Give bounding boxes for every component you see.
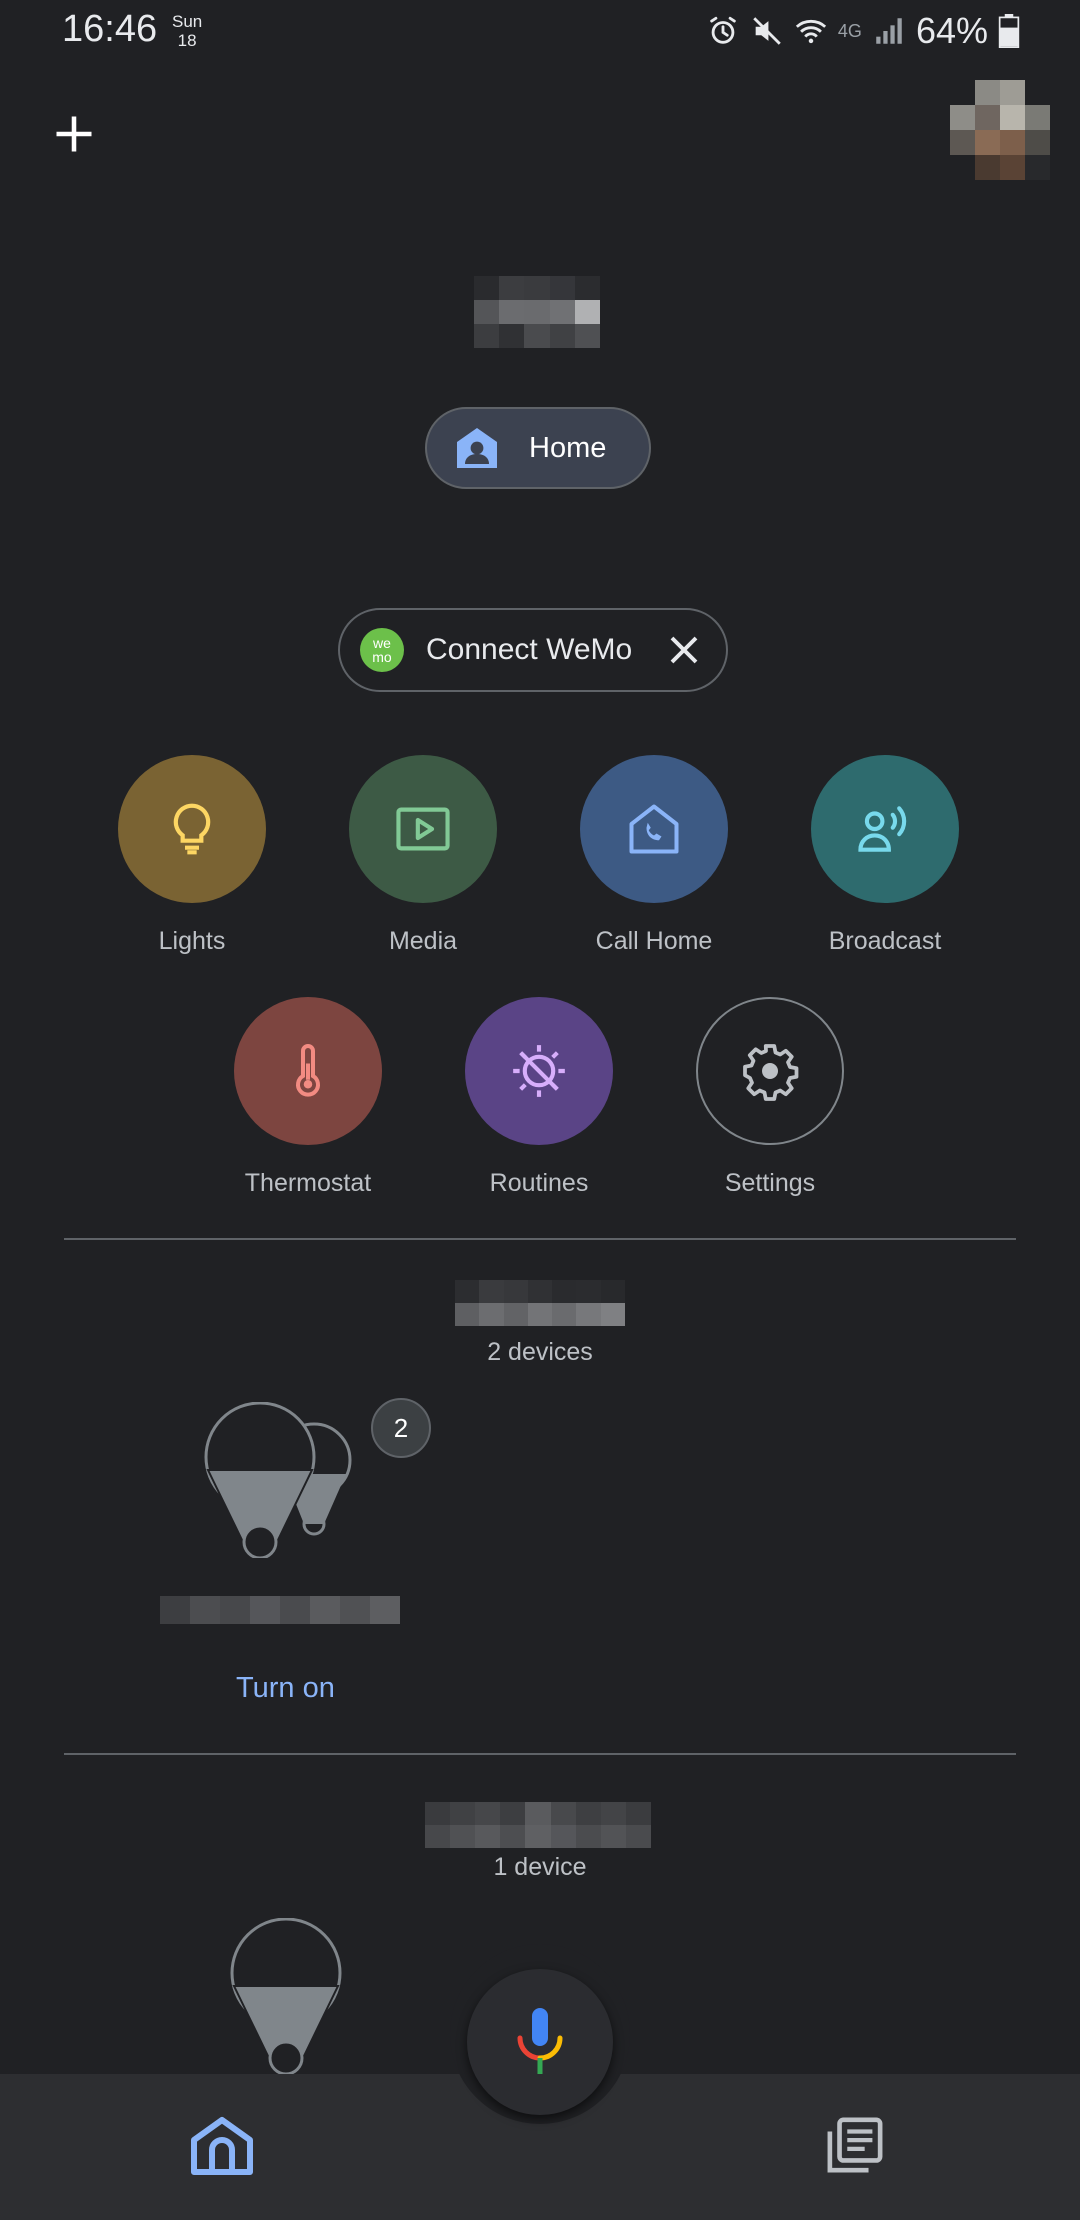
shortcut-broadcast-label: Broadcast: [828, 927, 942, 955]
battery-icon: [998, 14, 1020, 48]
shortcut-routines-circle: [465, 997, 613, 1145]
alarm-icon: [710, 16, 736, 44]
room-device-count: 1 device: [493, 1853, 587, 1881]
wemo-logo-bottom: mo: [372, 649, 392, 665]
shortcut-call-home-label: Call Home: [595, 927, 713, 955]
room-name-redacted: [455, 1280, 625, 1326]
home-name-redacted: [474, 276, 600, 348]
shortcut-media-circle: [349, 755, 497, 903]
mic-icon: [517, 2008, 563, 2074]
status-icons: 4G 64%: [706, 10, 1020, 52]
feed-icon[interactable]: [826, 2116, 884, 2174]
home-person-icon: [457, 428, 497, 468]
shortcut-thermostat[interactable]: Thermostat: [218, 997, 398, 1198]
status-bar: 16:46 Sun 18 4G 64%: [0, 0, 1080, 64]
shortcut-settings[interactable]: Settings: [680, 997, 860, 1198]
shortcut-settings-circle: [696, 997, 844, 1145]
wemo-logo-top: we: [373, 635, 391, 651]
status-day: Sun: [172, 12, 203, 31]
add-button[interactable]: [44, 104, 104, 164]
call-home-icon: [629, 804, 679, 854]
shortcut-media[interactable]: Media: [333, 755, 513, 956]
connect-wemo-label: Connect WeMo: [426, 633, 633, 666]
shortcut-broadcast-circle: [811, 755, 959, 903]
routines-icon: [513, 1045, 565, 1097]
wemo-logo: we mo: [360, 628, 404, 672]
shortcut-call-home-circle: [580, 755, 728, 903]
plus-icon: [56, 116, 92, 152]
avatar[interactable]: [950, 80, 1050, 180]
shortcut-lights-circle: [118, 755, 266, 903]
status-time: 16:46: [62, 8, 158, 50]
mute-icon: [753, 17, 781, 45]
shortcut-call-home[interactable]: Call Home: [564, 755, 744, 956]
device-name-redacted: [160, 1596, 400, 1624]
lightbulb-icon: [173, 803, 211, 855]
divider: [64, 1238, 1016, 1240]
home-icon[interactable]: [190, 2116, 254, 2176]
divider: [64, 1753, 1016, 1755]
shortcut-lights[interactable]: Lights: [102, 755, 282, 956]
turn-on-button[interactable]: Turn on: [236, 1672, 335, 1705]
network-type: 4G: [837, 20, 862, 41]
shortcut-thermostat-label: Thermostat: [244, 1169, 372, 1197]
wifi-icon: [795, 19, 827, 44]
shortcut-lights-label: Lights: [158, 927, 226, 955]
shortcut-broadcast[interactable]: Broadcast: [795, 755, 975, 956]
light-group-icon[interactable]: [200, 1402, 376, 1558]
broadcast-icon: [858, 806, 907, 852]
device-count-badge: 2: [371, 1398, 431, 1458]
shortcut-routines-label: Routines: [489, 1169, 589, 1197]
battery-percent: 64%: [915, 10, 988, 51]
room-name-redacted: [425, 1802, 651, 1848]
status-date: Sun 18: [172, 12, 202, 50]
lightbulb-device-icon[interactable]: [228, 1918, 344, 2074]
media-play-icon: [396, 807, 450, 851]
thermometer-icon: [296, 1044, 320, 1097]
connect-wemo-chip[interactable]: we mo Connect WeMo: [338, 608, 728, 692]
home-switcher-chip[interactable]: Home: [425, 407, 651, 489]
shortcut-thermostat-circle: [234, 997, 382, 1145]
room-device-count: 2 devices: [487, 1338, 593, 1366]
gear-icon: [743, 1044, 799, 1101]
status-day-number: 18: [177, 31, 197, 50]
mic-button[interactable]: [467, 1969, 613, 2115]
shortcut-media-label: Media: [388, 927, 458, 955]
home-chip-label: Home: [529, 431, 607, 464]
screen: 16:46 Sun 18 4G 64% Home we mo Connect W…: [0, 0, 1080, 2220]
signal-icon: [876, 18, 902, 44]
close-icon[interactable]: [666, 632, 702, 668]
shortcut-routines[interactable]: Routines: [449, 997, 629, 1198]
shortcut-settings-label: Settings: [724, 1169, 816, 1197]
